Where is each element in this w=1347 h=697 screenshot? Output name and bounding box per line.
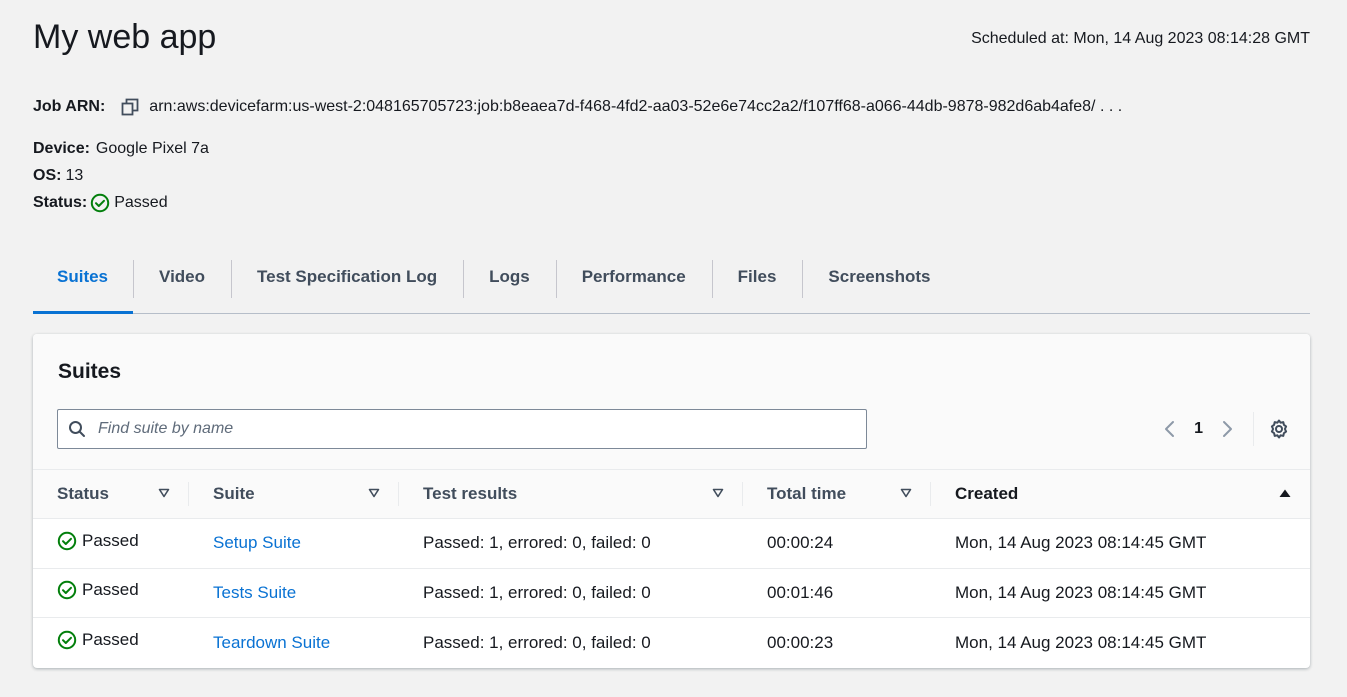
tab-files[interactable]: Files xyxy=(711,254,803,313)
tab-performance-label: Performance xyxy=(581,266,686,286)
status-label: Status: xyxy=(33,194,88,211)
status-text: Passed xyxy=(82,630,139,649)
tab-test-spec-log-label: Test Specification Log xyxy=(257,266,438,286)
column-header-status[interactable]: Status xyxy=(33,470,189,519)
tab-video-label: Video xyxy=(159,266,206,286)
sort-caret-down-icon[interactable] xyxy=(367,486,383,502)
tab-test-specification-log[interactable]: Test Specification Log xyxy=(231,254,463,313)
status-value: Passed xyxy=(114,194,168,211)
panel-header: Suites 1 xyxy=(33,334,1310,470)
search-input[interactable] xyxy=(98,420,798,438)
column-header-total-time[interactable]: Total time xyxy=(743,470,931,519)
results-cell: Passed: 1, errored: 0, failed: 0 xyxy=(423,533,651,553)
status-text: Passed xyxy=(82,530,139,550)
results-cell: Passed: 1, errored: 0, failed: 0 xyxy=(423,582,651,602)
sort-caret-down-icon[interactable] xyxy=(711,486,727,502)
check-circle-icon xyxy=(57,531,77,551)
chevron-right-icon xyxy=(1220,419,1234,439)
job-arn-value: arn:aws:devicefarm:us-west-2:04816570572… xyxy=(149,98,1123,115)
previous-page-button[interactable] xyxy=(1158,417,1182,441)
column-header-created[interactable]: Created xyxy=(931,470,1310,519)
os-row: OS: 13 xyxy=(33,162,209,189)
total-time-cell: 00:01:46 xyxy=(767,582,834,602)
tab-logs[interactable]: Logs xyxy=(463,254,556,313)
total-time-cell: 00:00:23 xyxy=(767,632,834,652)
column-header-test-results[interactable]: Test results xyxy=(399,470,743,519)
pager-divider xyxy=(1253,412,1254,446)
device-value: Google Pixel 7a xyxy=(95,140,209,157)
check-circle-icon xyxy=(90,193,110,213)
total-time-cell: 00:00:24 xyxy=(767,533,834,553)
next-page-button[interactable] xyxy=(1215,417,1239,441)
status-cell: Passed xyxy=(33,568,189,618)
table-header-row: Status Suite Test results Total time Cre… xyxy=(33,470,1310,519)
device-details: Device: Google Pixel 7a OS: 13 Status: P… xyxy=(33,135,209,216)
scheduled-value: Mon, 14 Aug 2023 08:14:28 GMT xyxy=(1073,30,1310,47)
table-row: Passed Teardown Suite Passed: 1, errored… xyxy=(33,618,1310,668)
tab-performance[interactable]: Performance xyxy=(555,254,712,313)
tab-video[interactable]: Video xyxy=(133,254,231,313)
device-row: Device: Google Pixel 7a xyxy=(33,135,209,162)
table-row: Passed Setup Suite Passed: 1, errored: 0… xyxy=(33,519,1310,569)
column-label: Status xyxy=(57,484,109,503)
status-cell: Passed xyxy=(33,519,189,569)
device-label: Device: xyxy=(33,140,90,157)
suite-cell: Setup Suite xyxy=(189,519,399,569)
status-badge: Passed xyxy=(90,189,168,216)
created-cell: Mon, 14 Aug 2023 08:14:45 GMT xyxy=(955,632,1207,652)
suite-link[interactable]: Teardown Suite xyxy=(213,633,330,652)
sort-caret-down-icon[interactable] xyxy=(157,486,173,502)
column-header-suite[interactable]: Suite xyxy=(189,470,399,519)
suites-panel: Suites 1 xyxy=(33,334,1310,668)
header: My web app Scheduled at: Mon, 14 Aug 202… xyxy=(33,0,1310,80)
os-label: OS: xyxy=(33,167,62,184)
tab-logs-label: Logs xyxy=(489,266,530,286)
search-field[interactable] xyxy=(57,409,867,449)
job-arn-label: Job ARN: xyxy=(33,98,106,115)
column-label: Suite xyxy=(213,484,255,503)
os-value: 13 xyxy=(65,167,84,184)
copy-icon[interactable] xyxy=(121,98,139,116)
column-label: Created xyxy=(955,484,1019,503)
tab-files-label: Files xyxy=(737,266,777,286)
tab-bar: Suites Video Test Specification Log Logs… xyxy=(33,254,1310,314)
status-text: Passed xyxy=(82,580,139,600)
scheduled-label: Scheduled at: xyxy=(971,30,1069,47)
page-title: My web app xyxy=(33,18,217,56)
tab-suites[interactable]: Suites xyxy=(33,254,134,314)
created-cell: Mon, 14 Aug 2023 08:14:45 GMT xyxy=(955,582,1207,602)
table-row: Passed Tests Suite Passed: 1, errored: 0… xyxy=(33,568,1310,618)
suite-link[interactable]: Setup Suite xyxy=(213,533,301,552)
column-label: Total time xyxy=(767,484,847,503)
check-circle-icon xyxy=(57,580,77,600)
status-cell: Passed xyxy=(33,618,189,668)
panel-title: Suites xyxy=(58,360,122,383)
status-row: Status: Passed xyxy=(33,189,209,216)
suite-link[interactable]: Tests Suite xyxy=(213,583,296,602)
suite-cell: Teardown Suite xyxy=(189,618,399,668)
page: My web app Scheduled at: Mon, 14 Aug 202… xyxy=(33,0,1310,668)
scheduled-at: Scheduled at: Mon, 14 Aug 2023 08:14:28 … xyxy=(971,30,1310,48)
tab-suites-label: Suites xyxy=(57,266,109,286)
column-label: Test results xyxy=(423,484,518,503)
sort-caret-up-icon[interactable] xyxy=(1278,486,1294,502)
search-icon xyxy=(68,420,86,438)
check-circle-icon xyxy=(57,630,77,650)
chevron-left-icon xyxy=(1163,419,1177,439)
gear-icon[interactable] xyxy=(1268,418,1290,440)
results-cell: Passed: 1, errored: 0, failed: 0 xyxy=(423,632,651,652)
suites-table: Status Suite Test results Total time Cre… xyxy=(33,470,1310,667)
sort-caret-down-icon[interactable] xyxy=(899,486,915,502)
tab-screenshots[interactable]: Screenshots xyxy=(802,254,956,313)
tab-screenshots-label: Screenshots xyxy=(828,266,931,286)
current-page[interactable]: 1 xyxy=(1194,420,1203,438)
job-arn-row: Job ARN: arn:aws:devicefarm:us-west-2:04… xyxy=(33,93,1122,120)
pagination: 1 xyxy=(1158,412,1290,446)
suite-cell: Tests Suite xyxy=(189,568,399,618)
created-cell: Mon, 14 Aug 2023 08:14:45 GMT xyxy=(955,533,1207,553)
